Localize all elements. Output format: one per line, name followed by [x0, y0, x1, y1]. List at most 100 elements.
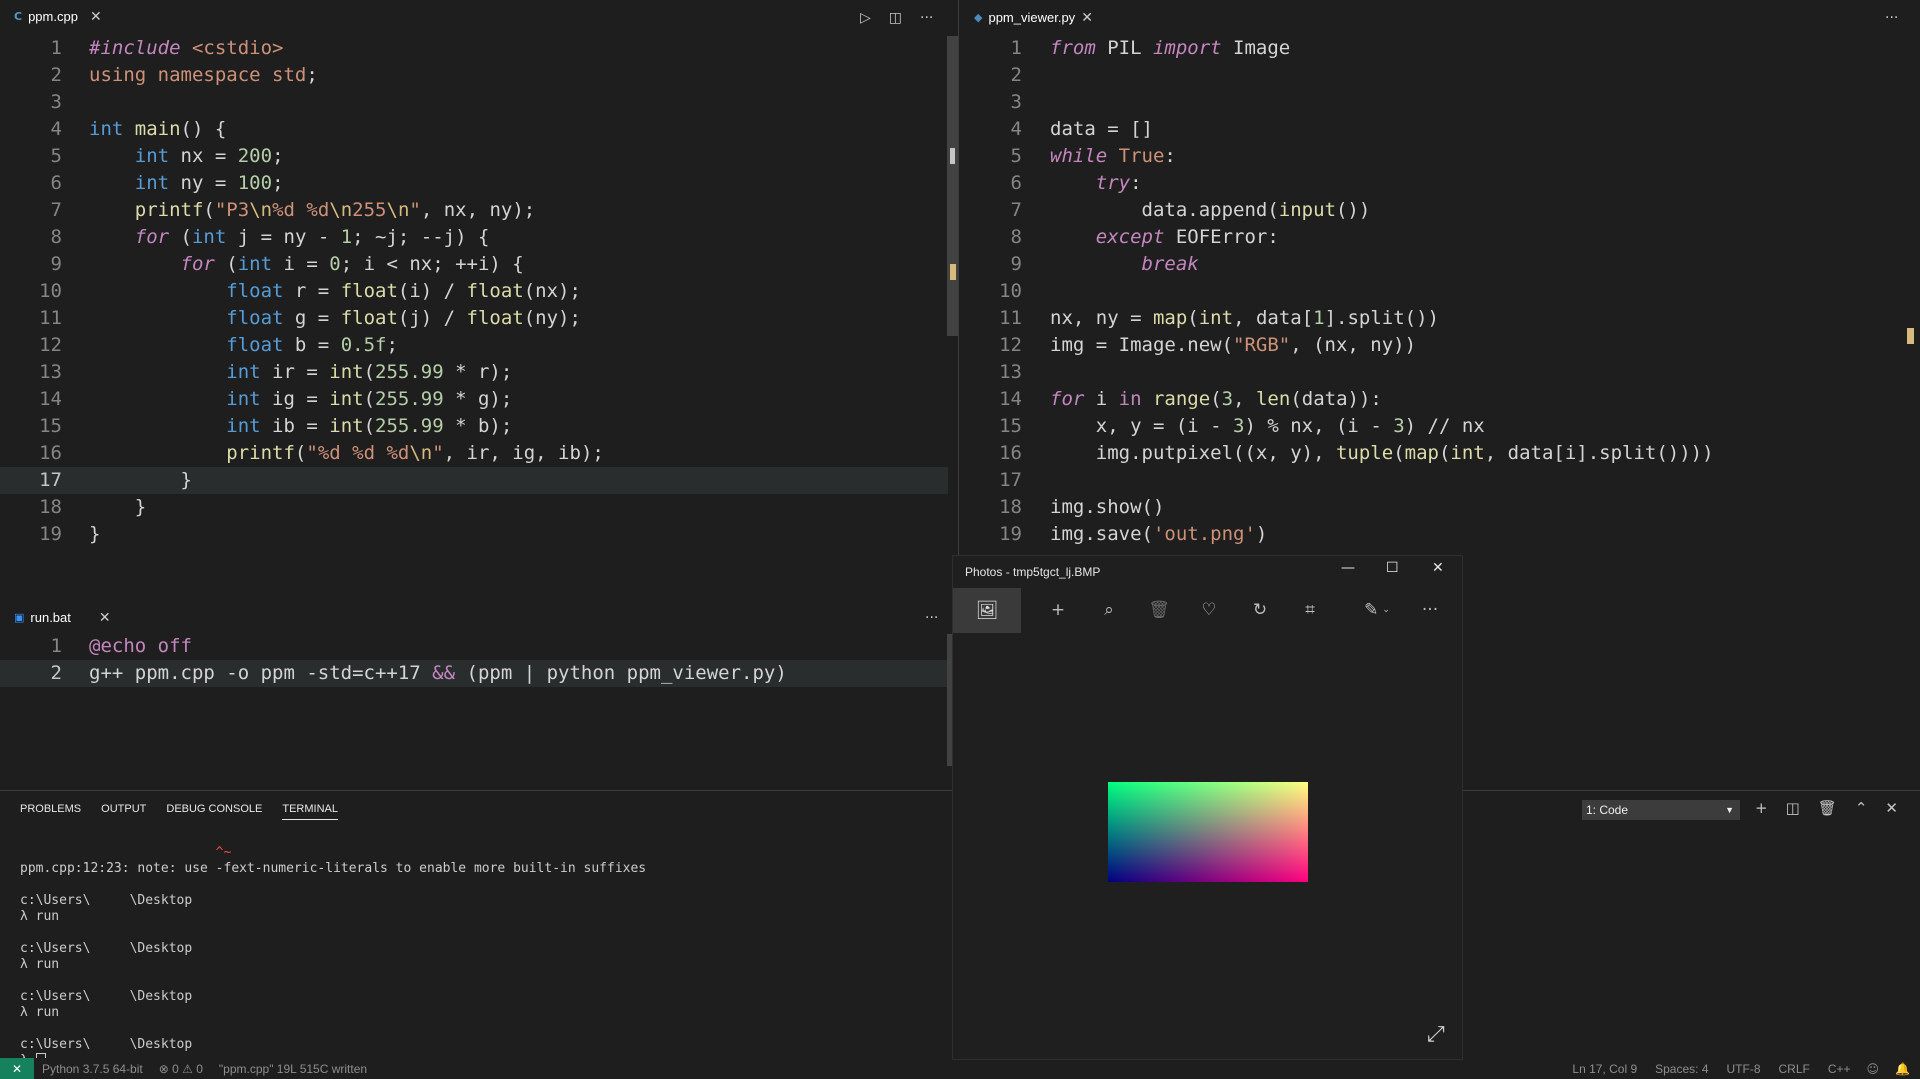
see-all-photos-button[interactable]: 🖼: [953, 588, 1021, 633]
code-line[interactable]: 1 from PIL import Image: [960, 35, 1920, 62]
code-line[interactable]: 18 }: [0, 494, 948, 521]
code-line[interactable]: 19 img.save('out.png'): [960, 521, 1920, 548]
code-editor-python[interactable]: 1 from PIL import Image 2 3 4 data = [] 5 while…: [960, 35, 1920, 548]
code-token: ny =: [180, 172, 238, 194]
terminal-select[interactable]: 1: Code ▼: [1582, 800, 1740, 820]
code-token: Image: [1233, 37, 1291, 59]
code-line[interactable]: 17 }: [0, 467, 948, 494]
more-actions-icon[interactable]: ···: [925, 610, 938, 626]
terminal-output[interactable]: ^~ ppm.cpp:12:23: note: use -fext-numeric…: [20, 845, 646, 1069]
zoom-button[interactable]: ⌕: [1094, 595, 1124, 625]
code-line[interactable]: 3: [0, 89, 948, 116]
feedback-icon[interactable]: ☺: [1867, 1062, 1880, 1076]
delete-button[interactable]: 🗑: [1144, 595, 1174, 625]
rotate-button[interactable]: ↻: [1245, 595, 1275, 625]
trash-icon[interactable]: 🗑: [1818, 799, 1837, 817]
code-line[interactable]: 15 int ib = int(255.99 * b);: [0, 413, 948, 440]
fullscreen-icon[interactable]: ⤢: [1427, 1022, 1445, 1047]
code-line[interactable]: 2: [960, 62, 1920, 89]
encoding[interactable]: UTF-8: [1727, 1062, 1761, 1076]
tab-problems[interactable]: PROBLEMS: [20, 803, 81, 820]
code-line[interactable]: 6 try:: [960, 170, 1920, 197]
code-line[interactable]: 11 nx, ny = map(int, data[1].split()): [960, 305, 1920, 332]
indentation[interactable]: Spaces: 4: [1655, 1062, 1708, 1076]
code-line[interactable]: 17: [960, 467, 1920, 494]
code-token: "RGB": [1233, 334, 1291, 356]
code-token: ) // nx: [1404, 415, 1485, 437]
more-icon: ···: [1421, 600, 1439, 620]
code-line[interactable]: 13 int ir = int(255.99 * r);: [0, 359, 948, 386]
code-line[interactable]: 13: [960, 359, 1920, 386]
split-terminal-icon[interactable]: ◫: [1786, 799, 1800, 817]
close-icon[interactable]: ✕: [1081, 10, 1093, 26]
code-line[interactable]: 4 int main() {: [0, 116, 948, 143]
code-line[interactable]: 9 break: [960, 251, 1920, 278]
run-icon[interactable]: ▷: [860, 10, 871, 26]
code-token: printf: [226, 442, 295, 464]
tab-terminal[interactable]: TERMINAL: [282, 803, 338, 820]
zoom-icon: ⌕: [1104, 600, 1114, 620]
maximize-icon[interactable]: ☐: [1386, 560, 1399, 576]
code-line[interactable]: 2 using namespace std;: [0, 62, 948, 89]
code-line[interactable]: 16 printf("%d %d %d\n", ir, ig, ib);: [0, 440, 948, 467]
code-line[interactable]: 12 img = Image.new("RGB", (nx, ny)): [960, 332, 1920, 359]
problems-count[interactable]: ⊗ 0 ⚠ 0: [159, 1062, 203, 1076]
code-line[interactable]: 4 data = []: [960, 116, 1920, 143]
code-editor-bat[interactable]: 1 @echo off 2 g++ ppm.cpp -o ppm -std=c++17…: [0, 633, 948, 687]
code-line[interactable]: 1 #include <cstdio>: [0, 35, 948, 62]
code-line[interactable]: 10: [960, 278, 1920, 305]
code-line[interactable]: 5 int nx = 200;: [0, 143, 948, 170]
crop-button[interactable]: ⌗: [1295, 595, 1325, 625]
cursor-position[interactable]: Ln 17, Col 9: [1572, 1062, 1637, 1076]
code-text: }: [89, 467, 192, 494]
tab-output[interactable]: OUTPUT: [101, 803, 146, 820]
code-token: main: [134, 118, 181, 140]
tab-ppm-cpp[interactable]: C ppm.cpp ✕: [0, 0, 120, 35]
split-editor-icon[interactable]: ◫: [889, 10, 902, 26]
bell-icon[interactable]: 🔔: [1895, 1062, 1910, 1076]
add-to-button[interactable]: +: [1043, 595, 1073, 625]
chevron-up-icon[interactable]: ⌃: [1855, 799, 1868, 817]
code-line[interactable]: 9 for (int i = 0; i < nx; ++i) {: [0, 251, 948, 278]
close-window-icon[interactable]: ✕: [1432, 560, 1444, 576]
new-terminal-icon[interactable]: +: [1755, 799, 1768, 817]
minimize-icon[interactable]: —: [1341, 560, 1355, 576]
close-icon[interactable]: ✕: [99, 610, 111, 626]
code-token: 1: [1313, 307, 1325, 329]
code-line[interactable]: 14 int ig = int(255.99 * g);: [0, 386, 948, 413]
code-line[interactable]: 19}: [0, 521, 948, 548]
more-options-button[interactable]: ···: [1415, 595, 1445, 625]
code-line[interactable]: 11 float g = float(j) / float(ny);: [0, 305, 948, 332]
line-ending[interactable]: CRLF: [1779, 1062, 1810, 1076]
code-line[interactable]: 15 x, y = (i - 3) % nx, (i - 3) // nx: [960, 413, 1920, 440]
code-line[interactable]: 2 g++ ppm.cpp -o ppm -std=c++17 && (ppm |…: [0, 660, 948, 687]
code-line[interactable]: 7 data.append(input()): [960, 197, 1920, 224]
code-line[interactable]: 18 img.show(): [960, 494, 1920, 521]
code-line[interactable]: 14 for i in range(3, len(data)):: [960, 386, 1920, 413]
code-line[interactable]: 3: [960, 89, 1920, 116]
code-line[interactable]: 8 for (int j = ny - 1; ~j; --j) {: [0, 224, 948, 251]
tab-run-bat[interactable]: ▣ run.bat ✕: [0, 600, 120, 635]
remote-indicator[interactable]: ✕: [0, 1058, 34, 1079]
language-mode[interactable]: C++: [1828, 1062, 1851, 1076]
close-icon[interactable]: ✕: [90, 9, 102, 25]
code-line[interactable]: 10 float r = float(i) / float(nx);: [0, 278, 948, 305]
favorite-button[interactable]: ♡: [1194, 595, 1224, 625]
code-line[interactable]: 16 img.putpixel((x, y), tuple(map(int, d…: [960, 440, 1920, 467]
code-line[interactable]: 7 printf("P3\n%d %d\n255\n", nx, ny);: [0, 197, 948, 224]
code-line[interactable]: 5 while True:: [960, 143, 1920, 170]
code-editor-cpp[interactable]: 1 #include <cstdio> 2 using namespace std; 3…: [0, 35, 948, 548]
code-token: from: [1050, 37, 1108, 59]
code-line[interactable]: 12 float b = 0.5f;: [0, 332, 948, 359]
more-actions-icon[interactable]: ···: [1885, 10, 1898, 26]
edit-button[interactable]: ✎ ⌄: [1357, 595, 1397, 625]
code-line[interactable]: 1 @echo off: [0, 633, 948, 660]
code-line[interactable]: 6 int ny = 100;: [0, 170, 948, 197]
more-actions-icon[interactable]: ···: [920, 10, 933, 26]
tab-ppm-viewer-py[interactable]: ◆ ppm_viewer.py ✕: [960, 0, 1100, 35]
close-panel-icon[interactable]: ✕: [1885, 799, 1898, 817]
tab-debug-console[interactable]: DEBUG CONSOLE: [166, 803, 262, 820]
code-line[interactable]: 8 except EOFError:: [960, 224, 1920, 251]
scrollbar-left[interactable]: [947, 36, 958, 336]
python-interpreter[interactable]: Python 3.7.5 64-bit: [42, 1062, 143, 1076]
